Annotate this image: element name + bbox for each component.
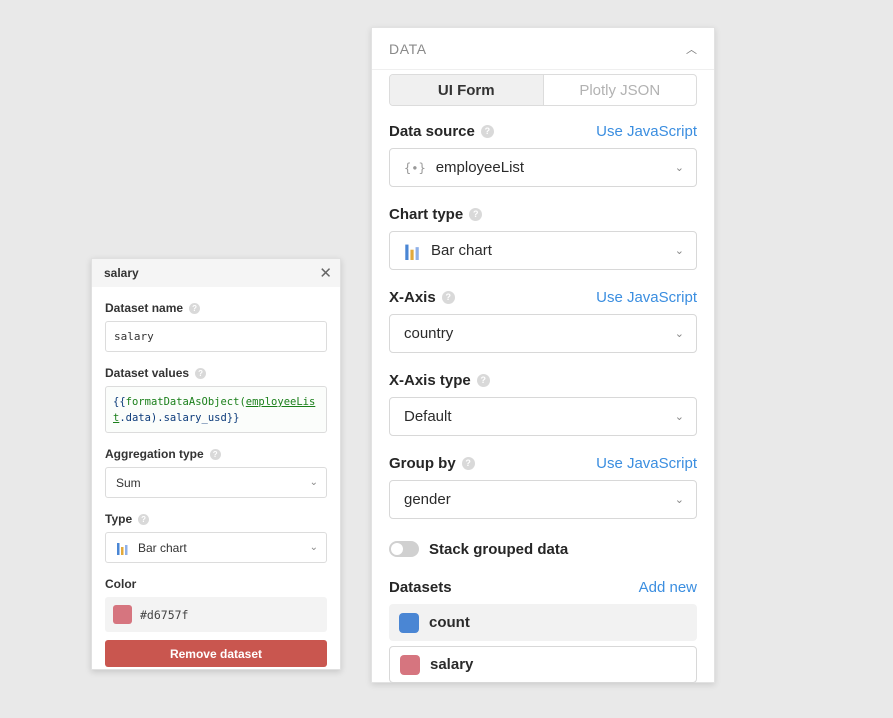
tab-ui-form[interactable]: UI Form [390, 75, 544, 105]
popover-header: salary ✕ [92, 259, 340, 287]
chevron-down-icon: ⌄ [309, 542, 318, 553]
code-function: formatDataAsObject( [125, 396, 246, 408]
tab-plotly-json[interactable]: Plotly JSON [544, 75, 697, 105]
color-picker[interactable]: #d6757f [105, 597, 327, 632]
x-axis-type-label: X-Axis type ? [389, 372, 490, 389]
stack-grouped-row: Stack grouped data [389, 539, 697, 559]
data-source-select[interactable]: {∙} employeeList ⌄ [389, 148, 697, 187]
mode-tabs: UI Form Plotly JSON [389, 74, 697, 106]
aggregation-type-value: Sum [116, 475, 141, 490]
x-axis-type-label-text: X-Axis type [389, 371, 471, 389]
dataset-item-count[interactable]: count [389, 604, 697, 641]
chart-type-value: Bar chart [431, 242, 492, 259]
x-axis-type-select[interactable]: Default ⌄ [389, 397, 697, 436]
chart-type-value: Bar chart [138, 540, 187, 555]
dataset-item-salary[interactable]: salary [389, 646, 697, 683]
help-icon[interactable]: ? [195, 367, 207, 379]
add-new-link[interactable]: Add new [639, 579, 697, 596]
x-axis-value: country [404, 325, 454, 342]
chevron-down-icon: ⌄ [674, 245, 684, 257]
help-icon[interactable]: ? [189, 302, 201, 314]
color-swatch[interactable] [113, 605, 132, 624]
color-value: #d6757f [140, 607, 189, 622]
aggregation-type-select[interactable]: Sum ⌄ [105, 467, 327, 498]
type-label: Type ? [105, 512, 327, 526]
dataset-values-label: Dataset values ? [105, 366, 327, 380]
braces-icon: {∙} [404, 160, 426, 175]
x-axis-type-value: Default [404, 408, 452, 425]
color-swatch [399, 612, 419, 633]
stack-grouped-toggle[interactable] [389, 541, 419, 557]
help-icon[interactable]: ? [138, 513, 150, 525]
use-javascript-link[interactable]: Use JavaScript [596, 123, 697, 140]
data-source-header: Data source ? Use JavaScript [389, 122, 697, 140]
help-icon[interactable]: ? [476, 373, 490, 387]
panel-header[interactable]: DATA ︿ [372, 28, 714, 70]
data-source-value: employeeList [435, 159, 525, 176]
aggregation-type-label: Aggregation type ? [105, 447, 327, 461]
chart-type-header: Chart type ? [389, 205, 697, 223]
help-icon[interactable]: ? [461, 456, 475, 470]
aggregation-type-label-text: Aggregation type [105, 447, 204, 461]
dataset-values-label-text: Dataset values [105, 366, 190, 380]
chevron-down-icon: ⌄ [674, 494, 684, 506]
x-axis-label-text: X-Axis [389, 288, 436, 306]
bar-chart-icon [405, 244, 419, 260]
chart-type-select[interactable]: Bar chart ⌄ [389, 231, 697, 270]
data-source-label: Data source ? [389, 123, 494, 140]
x-axis-type-header: X-Axis type ? [389, 371, 697, 389]
use-javascript-link[interactable]: Use JavaScript [596, 455, 697, 472]
chevron-down-icon: ⌄ [309, 477, 318, 488]
chart-type-label-text: Chart type [389, 205, 464, 223]
code-rest: .data).salary_usd}} [119, 412, 240, 424]
chevron-down-icon: ⌄ [674, 162, 684, 174]
use-javascript-link[interactable]: Use JavaScript [596, 289, 697, 306]
datasets-header: Datasets Add new [389, 578, 697, 596]
bar-chart-icon [117, 542, 128, 555]
dataset-name-value: salary [114, 330, 154, 343]
data-source-label-text: Data source [389, 122, 475, 140]
group-by-label-text: Group by [389, 454, 456, 472]
dataset-name: count [429, 614, 470, 631]
data-panel: DATA ︿ UI Form Plotly JSON Data source ?… [371, 27, 715, 683]
color-label-text: Color [105, 577, 137, 591]
chart-type-select[interactable]: Bar chart ⌄ [105, 532, 327, 563]
chevron-down-icon: ⌄ [674, 411, 684, 423]
remove-dataset-button[interactable]: Remove dataset [105, 640, 327, 667]
code-open-braces: {{ [113, 396, 126, 408]
help-icon[interactable]: ? [480, 124, 494, 138]
x-axis-select[interactable]: country ⌄ [389, 314, 697, 353]
help-icon[interactable]: ? [209, 448, 221, 460]
group-by-label: Group by ? [389, 455, 475, 472]
dataset-name-label: Dataset name ? [105, 301, 327, 315]
x-axis-label: X-Axis ? [389, 289, 455, 306]
dataset-editor-popover: salary ✕ Dataset name ? salary Dataset v… [91, 258, 341, 670]
color-swatch [400, 654, 420, 675]
chevron-down-icon: ⌄ [674, 328, 684, 340]
dataset-name-label-text: Dataset name [105, 301, 184, 315]
chart-type-label: Chart type ? [389, 205, 483, 223]
dataset-name-input[interactable]: salary [105, 321, 327, 352]
close-icon[interactable]: ✕ [319, 266, 332, 281]
x-axis-header: X-Axis ? Use JavaScript [389, 288, 697, 306]
color-label: Color [105, 577, 327, 591]
panel-title: DATA [389, 40, 427, 57]
group-by-header: Group by ? Use JavaScript [389, 454, 697, 472]
group-by-select[interactable]: gender ⌄ [389, 480, 697, 519]
dataset-values-code-editor[interactable]: {{formatDataAsObject(employeeList.data).… [105, 386, 327, 433]
type-label-text: Type [105, 512, 133, 526]
group-by-value: gender [404, 491, 451, 508]
stack-grouped-label: Stack grouped data [429, 540, 569, 558]
datasets-label: Datasets [389, 578, 452, 596]
help-icon[interactable]: ? [469, 207, 483, 221]
help-icon[interactable]: ? [441, 290, 455, 304]
chevron-up-icon[interactable]: ︿ [686, 41, 697, 57]
dataset-name: salary [430, 656, 474, 673]
popover-title: salary [104, 266, 139, 280]
